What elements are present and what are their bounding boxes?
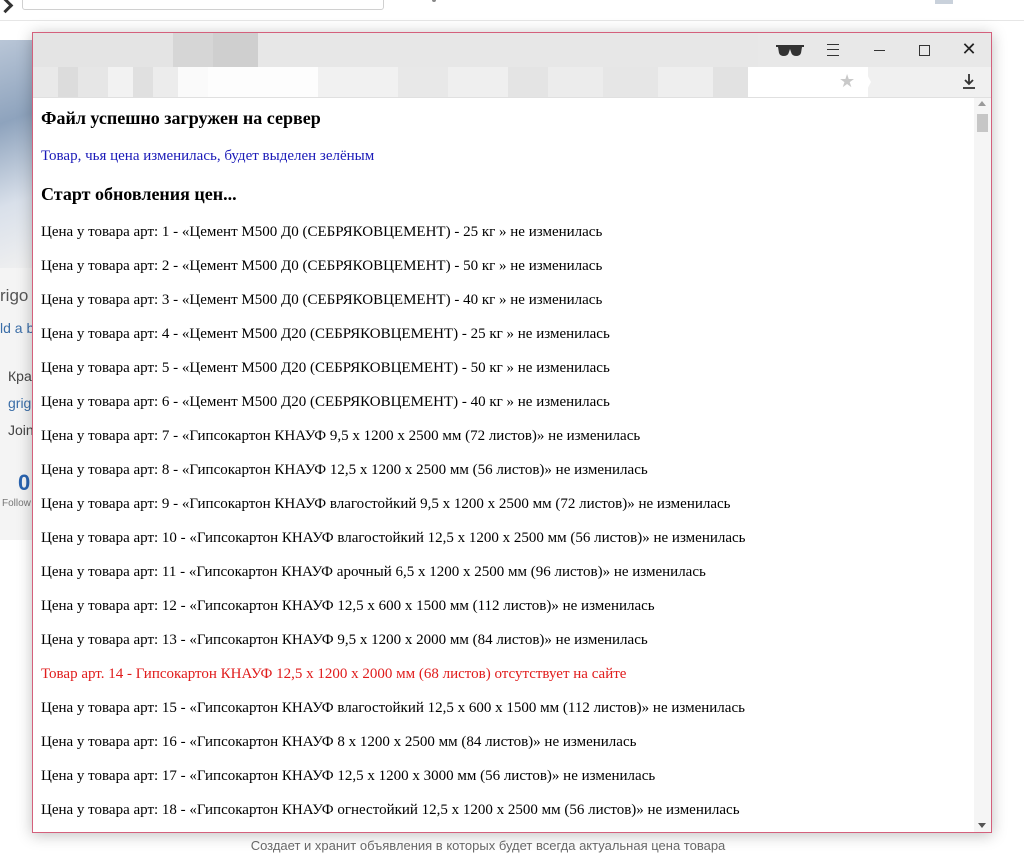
price-log-line: Цена у товара арт: 13 - «Гипсокартон КНА… (41, 632, 648, 648)
price-log-line: Цена у товара арт: 4 - «Цемент М500 Д20 … (41, 326, 610, 342)
background-follow-count: 0 (18, 470, 31, 495)
highlight-note: Товар, чья цена изменилась, будет выделе… (41, 148, 375, 164)
price-log-line: Цена у товара арт: 1 - «Цемент М500 Д0 (… (41, 224, 603, 240)
price-log-line: Цена у товара арт: 2 - «Цемент М500 Д0 (… (41, 258, 603, 274)
background-user-link[interactable]: grig (8, 395, 31, 411)
background-flag-icon (935, 0, 953, 4)
scroll-up-icon[interactable] (978, 101, 986, 106)
background-follow-label: Follow (2, 498, 31, 509)
upload-success-heading: Файл успешно загружен на сервер (41, 108, 321, 128)
update-start-heading: Старт обновления цен... (41, 184, 237, 204)
price-log-line: Цена у товара арт: 12 - «Гипсокартон КНА… (41, 598, 655, 614)
price-log-line: Цена у товара арт: 16 - «Гипсокартон КНА… (41, 734, 637, 750)
price-log-line: Цена у товара арт: 11 - «Гипсокартон КНА… (41, 564, 706, 580)
vertical-scrollbar[interactable] (974, 98, 991, 832)
background-search-input[interactable] (22, 0, 384, 10)
price-log-line: Цена у товара арт: 6 - «Цемент М500 Д20 … (41, 394, 610, 410)
price-log-line: Цена у товара арт: 10 - «Гипсокартон КНА… (41, 530, 746, 546)
price-log-line: Цена у товара арт: 8 - «Гипсокартон КНАУ… (41, 462, 648, 478)
hamburger-icon[interactable] (811, 33, 855, 67)
scroll-down-icon[interactable] (978, 823, 986, 828)
background-toolbar (0, 0, 1024, 21)
url-field[interactable]: ★ (33, 67, 869, 97)
page-content: Файл успешно загружен на сервер Товар, ч… (33, 98, 974, 832)
background-caption: Создает и хранит объявления в которых бу… (250, 838, 726, 853)
popup-browser-window: ✕ ★ Файл успешно загружен на сервер Това… (32, 32, 992, 833)
download-icon[interactable] (959, 72, 979, 92)
address-bar: ★ (33, 67, 991, 98)
price-log-line: Цена у товара арт: 18 - «Гипсокартон КНА… (41, 802, 740, 818)
missing-item-line: Товар арт. 14 - Гипсокартон КНАУФ 12,5 х… (41, 666, 627, 682)
price-log-line: Цена у товара арт: 7 - «Гипсокартон КНАУ… (41, 428, 641, 444)
price-log-line: Цена у товара арт: 15 - «Гипсокартон КНА… (41, 700, 745, 716)
background-text-fragment: Кра (8, 368, 32, 384)
minimize-icon[interactable] (857, 33, 901, 67)
scroll-thumb[interactable] (977, 114, 988, 132)
background-link-fragment[interactable]: ld a b (0, 320, 34, 336)
price-log-line: Цена у товара арт: 5 - «Цемент М500 Д20 … (41, 360, 610, 376)
glasses-icon[interactable] (775, 42, 805, 58)
price-log-line: Цена у товара арт: 3 - «Цемент М500 Д0 (… (41, 292, 603, 308)
title-bar[interactable]: ✕ (33, 33, 991, 67)
back-arrow-icon[interactable] (0, 0, 14, 14)
price-log-line: Цена у товара арт: 17 - «Гипсокартон КНА… (41, 768, 656, 784)
background-name-fragment: rigo (0, 286, 29, 305)
background-join-fragment: Join (8, 422, 34, 438)
star-icon[interactable]: ★ (839, 71, 855, 92)
background-dot (432, 0, 436, 2)
address-tail (863, 67, 871, 97)
price-log-line: Цена у товара арт: 9 - «Гипсокартон КНАУ… (41, 496, 731, 512)
maximize-icon[interactable] (902, 33, 946, 67)
close-icon[interactable]: ✕ (947, 33, 991, 67)
background-profile-photo (0, 40, 34, 268)
